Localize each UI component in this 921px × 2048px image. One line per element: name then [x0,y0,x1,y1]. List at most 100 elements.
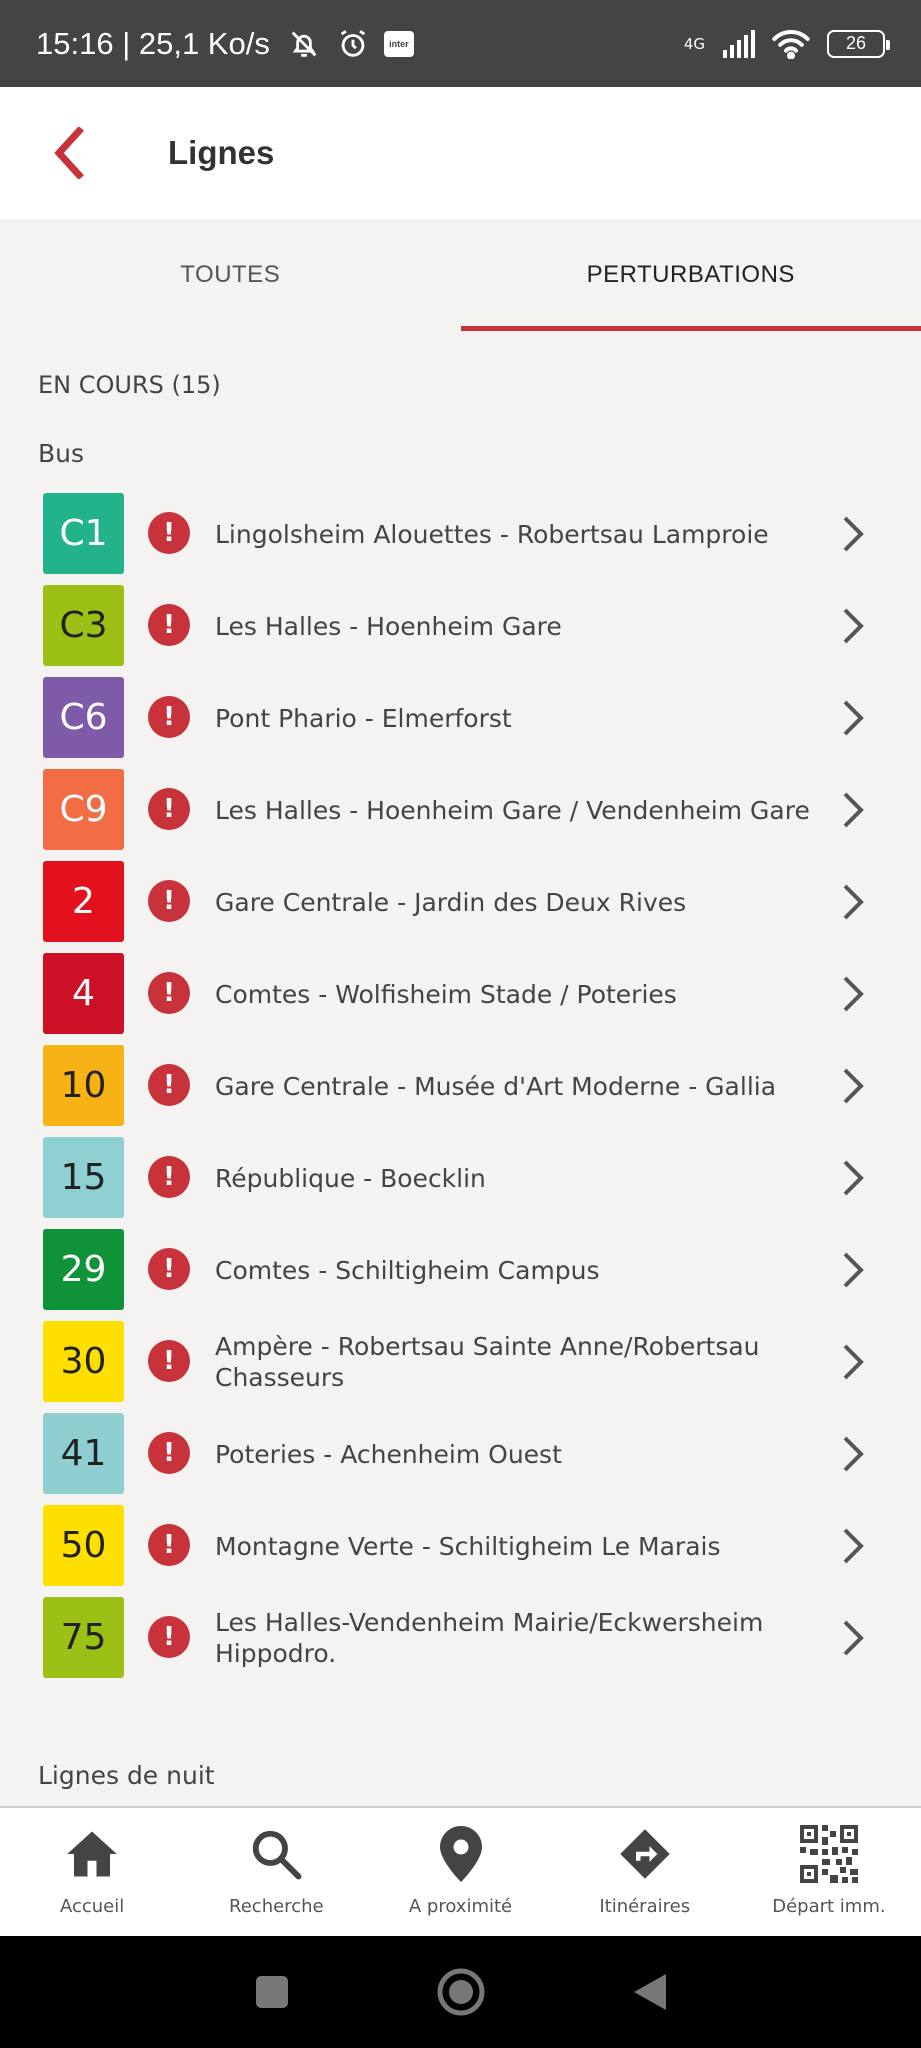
line-row[interactable]: 50! Montagne Verte - Schiltigheim Le Mara… [0,1500,921,1592]
alert-icon: ! [148,1340,190,1382]
line-row[interactable]: C6! Pont Phario - Elmerforst [0,672,921,764]
alert-icon: ! [148,604,190,646]
nav-label: Accueil [59,1896,125,1917]
chevron-right-icon [843,1528,864,1564]
line-badge: 2 [43,861,124,942]
nav-label: Départ imm. [772,1896,886,1917]
search-icon [246,1824,306,1884]
alert-icon: ! [148,972,190,1014]
line-badge: 4 [43,953,124,1034]
line-badge: C3 [43,585,124,666]
network-type-label: 4G [683,34,705,53]
qr-code-icon [799,1824,859,1884]
alert-icon: ! [148,880,190,922]
lines-content[interactable]: EN COURS (15) Bus C1! Lingolsheim Alouett… [0,331,921,1806]
app-header: Lignes [0,87,921,219]
signal-icon [723,29,755,58]
line-row[interactable]: 30! Ampère - Robertsau Sainte Anne/Robert… [0,1316,921,1408]
alert-icon: ! [148,788,190,830]
line-row[interactable]: C1! Lingolsheim Alouettes - Robertsau Lam… [0,488,921,580]
line-row[interactable]: 4! Comtes - Wolfisheim Stade / Poteries [0,948,921,1040]
line-row[interactable]: 15! République - Boecklin [0,1132,921,1224]
tab-toutes[interactable]: TOUTES [0,219,461,331]
lines-list: C1! Lingolsheim Alouettes - Robertsau Lam… [0,488,921,1684]
status-time-speed: 15:16 | 25,1 Ko/s [36,25,270,61]
battery-icon: 26 [827,29,890,58]
chevron-right-icon [843,700,864,736]
line-row[interactable]: 41! Poteries - Achenheim Ouest [0,1408,921,1500]
line-row[interactable]: C3! Les Halles - Hoenheim Gare [0,580,921,672]
line-badge: C1 [43,493,124,574]
home-icon [62,1824,122,1884]
status-bar: 15:16 | 25,1 Ko/s inter 4G 26 [0,0,921,87]
home-circle-icon[interactable] [437,1968,485,2016]
chevron-right-icon [843,976,864,1012]
alert-icon: ! [148,1064,190,1106]
line-badge: 41 [43,1413,124,1494]
line-badge: C6 [43,677,124,758]
alarm-clock-icon [340,29,365,57]
alert-icon: ! [148,1156,190,1198]
nav-label: Itinéraires [599,1896,691,1917]
line-name: Gare Centrale - Musée d'Art Moderne - Ga… [215,1071,777,1101]
line-badge: 30 [43,1321,124,1402]
chevron-right-icon [843,516,864,552]
nav-recherche[interactable]: Recherche [184,1808,368,1936]
chevron-right-icon [843,792,864,828]
location-pin-icon [431,1824,491,1884]
chevron-right-icon [843,608,864,644]
chevron-right-icon [843,884,864,920]
chevron-right-icon [843,1344,864,1380]
inter-app-icon: inter [383,30,414,57]
line-row[interactable]: 2! Gare Centrale - Jardin des Deux Rives [0,856,921,948]
chevron-left-icon [54,127,84,179]
line-row[interactable]: 75! Les Halles-Vendenheim Mairie/Eckwersh… [0,1592,921,1684]
battery-level: 26 [845,33,867,53]
line-name: République - Boecklin [215,1163,486,1193]
bell-muted-icon [291,31,317,57]
line-name: Les Halles - Hoenheim Gare [215,611,562,641]
line-name: Gare Centrale - Jardin des Deux Rives [215,887,687,917]
alert-icon: ! [148,696,190,738]
line-name: Comtes - Wolfisheim Stade / Poteries [215,979,677,1009]
status-left: 15:16 | 25,1 Ko/s inter [36,26,414,62]
line-badge: C9 [43,769,124,850]
line-name: Ampère - Robertsau Sainte Anne/Robertsau… [215,1332,760,1392]
nav-label: Recherche [229,1896,324,1917]
line-badge: 10 [43,1045,124,1126]
nav-itineraires[interactable]: Itinéraires [553,1808,737,1936]
line-row[interactable]: 10! Gare Centrale - Musée d'Art Moderne -… [0,1040,921,1132]
line-name: Lingolsheim Alouettes - Robertsau Lampro… [215,519,769,549]
line-name: Pont Phario - Elmerforst [215,703,512,733]
line-name: Les Halles-Vendenheim Mairie/Eckwersheim… [215,1608,764,1668]
nav-depart-imm[interactable]: Départ imm. [737,1808,921,1936]
recents-icon[interactable] [254,1974,290,2010]
tab-perturbations[interactable]: PERTURBATIONS [460,219,921,331]
line-name: Les Halles - Hoenheim Gare / Vendenheim … [215,795,810,825]
nav-accueil[interactable]: Accueil [0,1808,184,1936]
chevron-right-icon [843,1620,864,1656]
chevron-right-icon [843,1068,864,1104]
line-name: Montagne Verte - Schiltigheim Le Marais [215,1531,721,1561]
status-right: 4G 26 [683,29,890,59]
nav-label: A proximité [408,1896,513,1917]
back-triangle-icon[interactable] [632,1972,668,2012]
chevron-right-icon [843,1436,864,1472]
tab-bar: TOUTES PERTURBATIONS [0,219,921,331]
chevron-right-icon [843,1252,864,1288]
alert-icon: ! [148,1248,190,1290]
nav-a-proximite[interactable]: A proximité [368,1808,552,1936]
alert-icon: ! [148,1432,190,1474]
line-badge: 29 [43,1229,124,1310]
alert-icon: ! [148,1616,190,1658]
wifi-icon [772,29,810,59]
night-section-label: Lignes de nuit [38,1761,215,1790]
ongoing-count-label: EN COURS (15) [38,371,221,399]
page-title: Lignes [168,134,275,171]
back-button[interactable] [40,125,96,181]
system-nav-bar [0,1936,921,2048]
line-badge: 75 [43,1597,124,1678]
line-badge: 15 [43,1137,124,1218]
line-row[interactable]: C9! Les Halles - Hoenheim Gare / Vendenhe… [0,764,921,856]
line-row[interactable]: 29! Comtes - Schiltigheim Campus [0,1224,921,1316]
